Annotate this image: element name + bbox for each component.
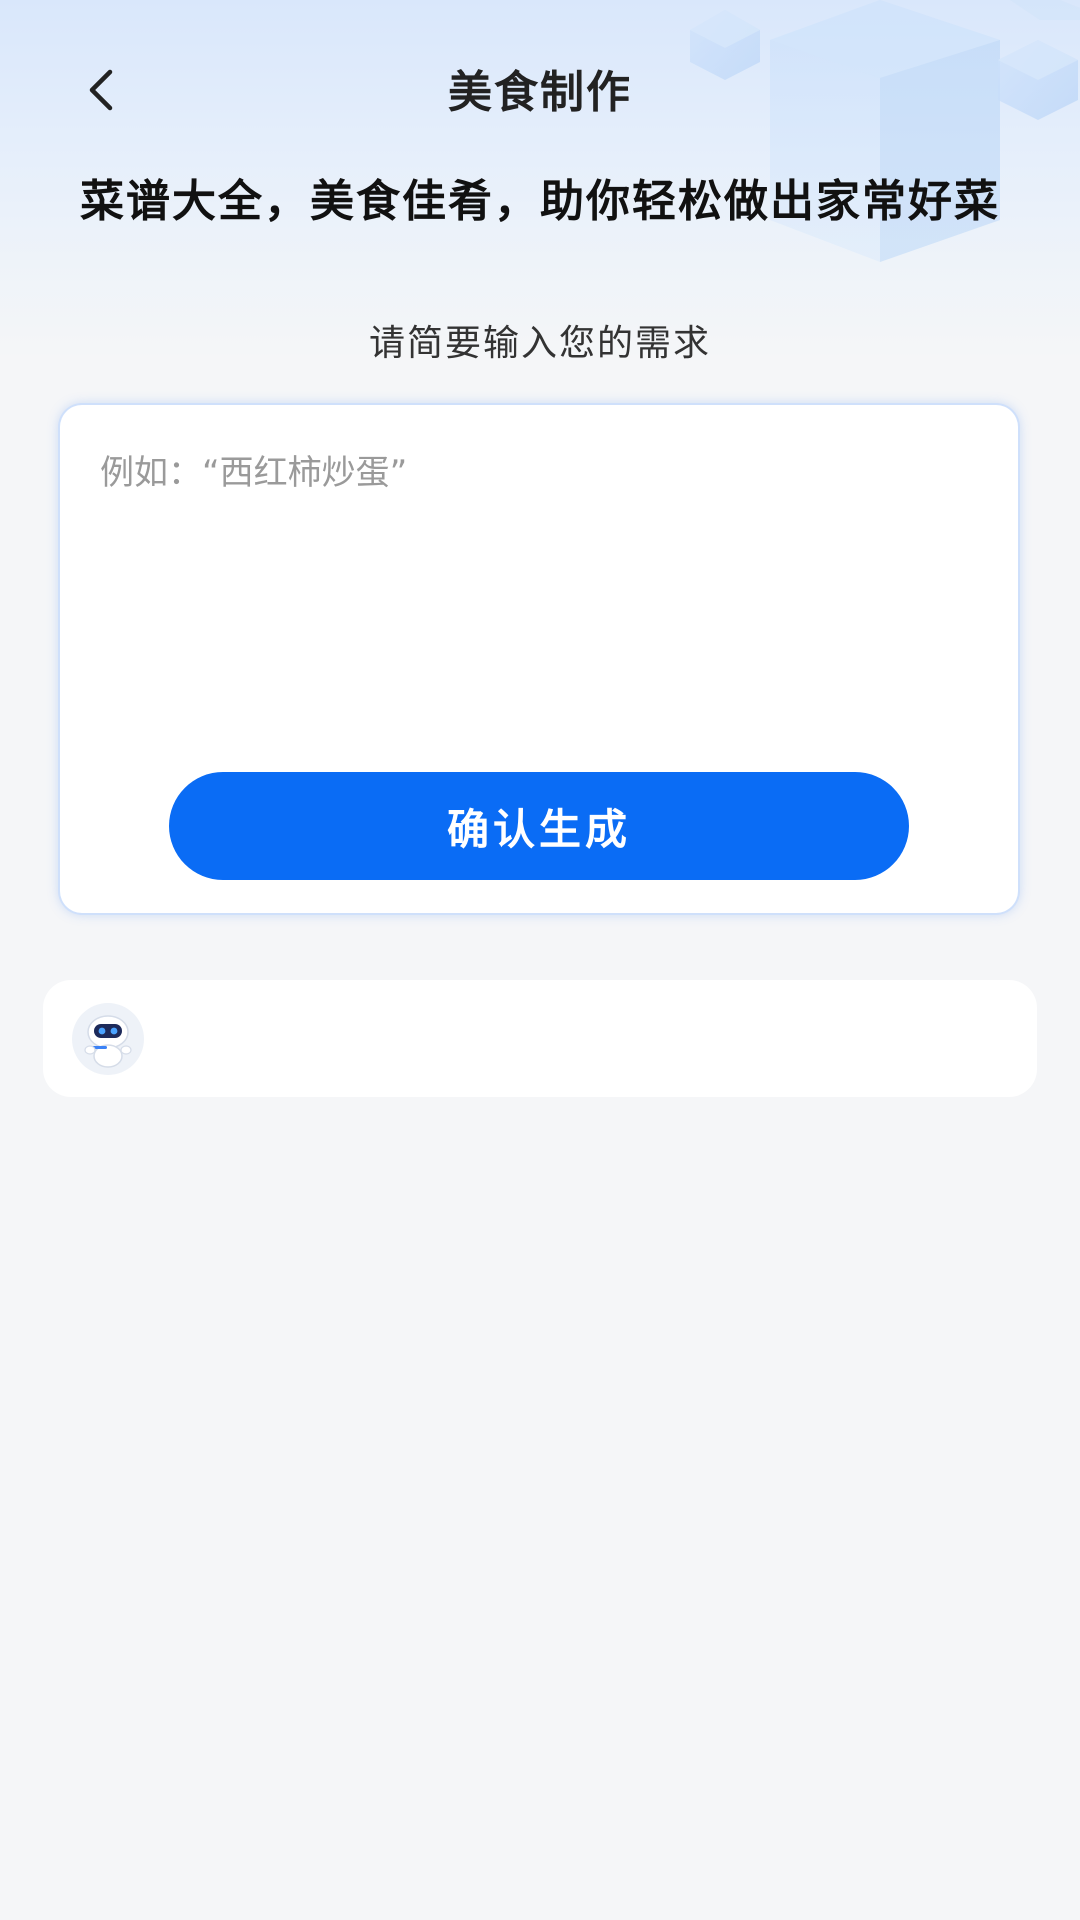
- confirm-generate-button[interactable]: 确认生成: [169, 772, 909, 880]
- request-input[interactable]: [100, 445, 960, 745]
- hero-headline: 菜谱大全，美食佳肴，助你轻松做出家常好菜: [80, 176, 1000, 227]
- recipe-generator-page: 美食制作 菜谱大全，美食佳肴，助你轻松做出家常好菜 请简要输入您的需求 确认生成: [0, 0, 1080, 1920]
- top-bar: 美食制作: [0, 30, 1080, 140]
- assistant-result-card: [43, 980, 1037, 1097]
- robot-assistant-icon: [72, 1003, 144, 1075]
- request-input-card: 确认生成: [60, 405, 1018, 913]
- hero-subheadline: 请简要输入您的需求: [368, 323, 711, 364]
- page-title: 美食制作: [448, 67, 632, 118]
